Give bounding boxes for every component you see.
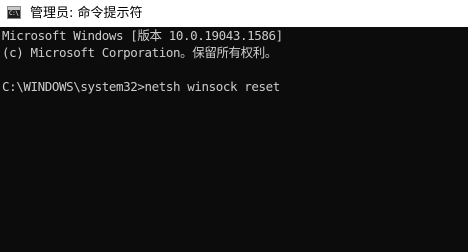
console-line-version: Microsoft Windows [版本 10.0.19043.1586] xyxy=(2,28,283,43)
cmd-icon[interactable]: C:\ xyxy=(7,6,21,19)
console-area[interactable]: Microsoft Windows [版本 10.0.19043.1586] (… xyxy=(0,27,468,252)
cmd-window: C:\ 管理员: 命令提示符 Microsoft Windows [版本 10.… xyxy=(0,0,468,252)
console-line-copyright: (c) Microsoft Corporation。保留所有权利。 xyxy=(2,45,277,60)
command-prompt: C:\WINDOWS\system32> xyxy=(2,79,145,94)
window-title: 管理员: 命令提示符 xyxy=(30,6,143,21)
title-bar[interactable]: C:\ 管理员: 命令提示符 xyxy=(0,0,468,27)
command-input-text[interactable]: netsh winsock reset xyxy=(145,78,281,95)
cmd-icon-glyph: C:\ xyxy=(9,10,19,17)
command-line[interactable]: C:\WINDOWS\system32> netsh winsock reset xyxy=(2,78,468,95)
